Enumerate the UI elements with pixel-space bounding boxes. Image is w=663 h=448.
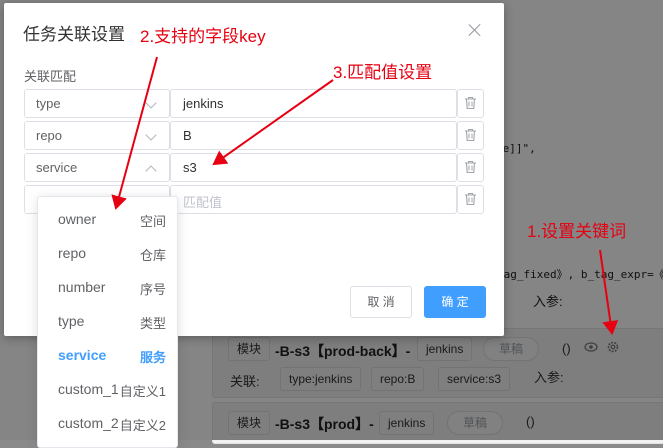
match-value-input[interactable]: B xyxy=(170,121,457,150)
dialog-title: 任务关联设置 xyxy=(23,25,125,44)
delete-button[interactable] xyxy=(457,153,484,182)
match-value-placeholder: 匹配值 xyxy=(183,195,223,210)
match-value-input[interactable]: 匹配值 xyxy=(170,185,457,214)
field-key-value: type xyxy=(36,96,61,111)
match-value-input[interactable]: jenkins xyxy=(170,89,457,118)
option-key: type xyxy=(58,313,85,329)
trash-icon xyxy=(465,192,476,206)
option-desc: 自定义2 xyxy=(119,418,166,433)
trash-icon xyxy=(465,128,476,142)
annotation-set-keyword: 1.设置关键词 xyxy=(527,222,627,241)
chevron-down-icon xyxy=(145,129,157,141)
option-desc: 类型 xyxy=(139,316,166,331)
confirm-button[interactable]: 确 定 xyxy=(424,286,486,318)
trash-icon xyxy=(465,96,476,110)
option-key: owner xyxy=(58,211,97,227)
dropdown-option-type[interactable]: type 类型 xyxy=(38,304,177,338)
option-key: number xyxy=(58,279,106,295)
option-desc: 序号 xyxy=(139,282,166,297)
match-value: jenkins xyxy=(183,96,224,111)
option-key: custom_2 xyxy=(58,415,119,431)
field-key-value: service xyxy=(36,160,78,175)
match-row: type jenkins xyxy=(24,89,484,118)
match-value: s3 xyxy=(183,160,197,175)
match-value: B xyxy=(183,128,192,143)
option-key: repo xyxy=(58,245,87,261)
option-desc: 服务 xyxy=(139,350,166,365)
option-key: custom_1 xyxy=(58,381,119,397)
annotation-match-value: 3.匹配值设置 xyxy=(333,63,433,82)
dropdown-option-repo[interactable]: repo 仓库 xyxy=(38,236,177,270)
delete-button[interactable] xyxy=(457,185,484,214)
field-key-select[interactable]: repo xyxy=(24,121,170,150)
match-row: repo B xyxy=(24,121,484,150)
dropdown-option-custom-2[interactable]: custom_2 自定义2 xyxy=(38,406,177,440)
annotation-supported-keys: 2.支持的字段key xyxy=(140,27,266,46)
option-desc: 自定义1 xyxy=(119,384,166,399)
dropdown-option-service[interactable]: service 服务 xyxy=(38,338,177,372)
dropdown-option-owner[interactable]: owner 空间 xyxy=(38,202,177,236)
delete-button[interactable] xyxy=(457,121,484,150)
cancel-button[interactable]: 取 消 xyxy=(350,286,412,318)
dropdown-option-number[interactable]: number 序号 xyxy=(38,270,177,304)
close-icon[interactable] xyxy=(468,23,482,37)
delete-button[interactable] xyxy=(457,89,484,118)
field-key-value: repo xyxy=(36,128,63,143)
option-desc: 空间 xyxy=(139,214,166,229)
option-key: service xyxy=(58,347,107,363)
dropdown-option-custom-1[interactable]: custom_1 自定义1 xyxy=(38,372,177,406)
match-row: service s3 xyxy=(24,153,484,182)
match-value-input[interactable]: s3 xyxy=(170,153,457,182)
field-key-select[interactable]: service xyxy=(24,153,170,182)
chevron-up-icon xyxy=(145,165,157,177)
section-label: 关联匹配 xyxy=(24,69,77,84)
field-key-select[interactable]: type xyxy=(24,89,170,118)
option-desc: 仓库 xyxy=(139,248,166,263)
chevron-down-icon xyxy=(145,97,157,109)
field-key-dropdown: owner 空间 repo 仓库 number 序号 type 类型 servi… xyxy=(37,196,178,448)
trash-icon xyxy=(465,160,476,174)
